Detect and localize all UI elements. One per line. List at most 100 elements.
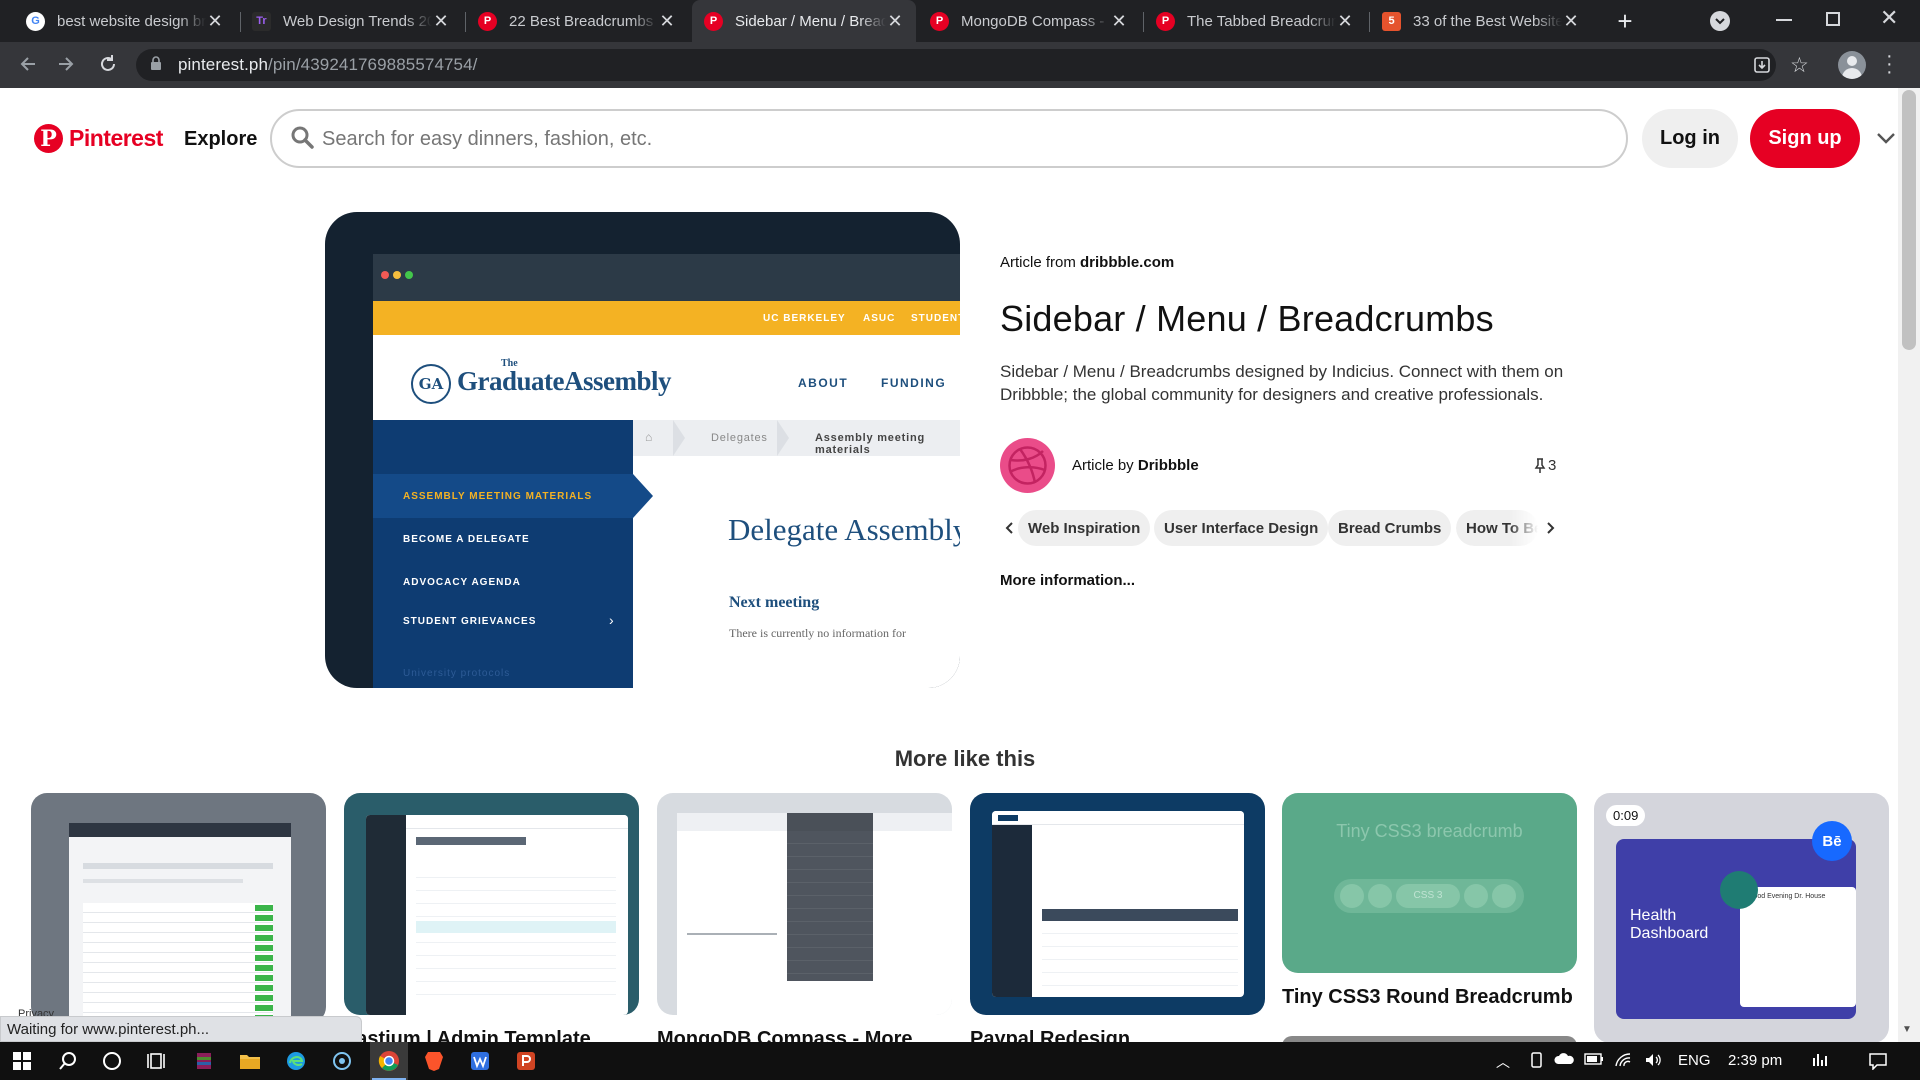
browser-tab[interactable]: P MongoDB Compass - More ✕ <box>918 0 1140 42</box>
browser-tab[interactable]: G best website design bread ✕ <box>14 0 236 42</box>
search-bar[interactable] <box>270 109 1628 168</box>
brave-icon[interactable] <box>420 1047 448 1075</box>
login-button[interactable]: Log in <box>1642 109 1738 168</box>
pinterest-icon: P <box>478 11 497 31</box>
explore-link[interactable]: Explore <box>184 128 257 151</box>
more-information-link[interactable]: More information... <box>1000 572 1135 589</box>
css-chip: CSS 3 <box>1396 884 1460 908</box>
author-avatar[interactable] <box>1000 438 1055 493</box>
notification-center-icon[interactable] <box>1868 1052 1888 1074</box>
shot-sidebar-item: STUDENT GRIEVANCES <box>403 616 537 627</box>
chevron-right-icon: › <box>609 612 614 628</box>
install-app-icon[interactable] <box>1752 55 1774 77</box>
close-tab-icon[interactable]: ✕ <box>1110 11 1128 32</box>
tag-chip[interactable]: Web Inspiration <box>1018 510 1151 546</box>
show-hidden-icons[interactable]: ︿ <box>1496 1052 1510 1072</box>
cortana-icon[interactable] <box>98 1047 126 1075</box>
tags-prev-button[interactable] <box>1000 510 1020 546</box>
card-title[interactable]: Tiny CSS3 Round Breadcrumb <box>1282 986 1573 1009</box>
bookmark-star-icon[interactable]: ☆ <box>1790 53 1809 78</box>
tag-chip[interactable]: How To Be <box>1456 510 1538 546</box>
edge-icon[interactable] <box>282 1047 310 1075</box>
restore-window-button[interactable] <box>1826 12 1840 26</box>
tags-next-button[interactable] <box>1540 510 1560 546</box>
scroll-down-arrow-icon[interactable]: ▼ <box>1902 1024 1912 1035</box>
new-tab-button[interactable]: + <box>1610 6 1640 36</box>
shot-sidebar <box>373 420 633 688</box>
battery-icon[interactable] <box>1584 1052 1604 1070</box>
pin-title: Sidebar / Menu / Breadcrumbs <box>1000 298 1494 339</box>
pin-image[interactable]: UC BERKELEY ASUC STUDENT GA The Graduate… <box>325 212 960 688</box>
close-tab-icon[interactable]: ✕ <box>1562 11 1580 32</box>
reload-button[interactable] <box>94 50 122 78</box>
minimize-window-button[interactable] <box>1776 19 1792 21</box>
powerpoint-icon[interactable] <box>512 1047 540 1075</box>
card-thumbnail: Health Dashboard Good Evening Dr. House <box>1616 839 1856 1019</box>
file-explorer-icon[interactable] <box>236 1047 264 1075</box>
app-icon[interactable] <box>328 1047 356 1075</box>
signup-button[interactable]: Sign up <box>1750 109 1860 168</box>
shot-breadcrumb-current: Assembly meeting materials <box>815 432 926 456</box>
language-indicator[interactable]: ENG <box>1678 1052 1711 1069</box>
browser-tab-active[interactable]: P Sidebar / Menu / Breadcrumbs ✕ <box>692 0 916 42</box>
related-pin-card[interactable] <box>31 793 326 1023</box>
card-overlay-text: Tiny CSS3 breadcrumb <box>1336 821 1523 841</box>
wifi-icon[interactable] <box>1614 1052 1632 1072</box>
browser-tab[interactable]: 5 33 of the Best Website ✕ <box>1370 0 1592 42</box>
home-icon: ⌂ <box>645 430 653 444</box>
chrome-icon[interactable] <box>375 1047 403 1075</box>
related-pin-card[interactable]: Health Dashboard Good Evening Dr. House … <box>1594 793 1889 1043</box>
browser-status-bubble: Waiting for www.pinterest.ph... <box>0 1016 362 1042</box>
search-icon[interactable] <box>54 1047 82 1075</box>
browser-menu-icon[interactable]: · · · <box>1886 46 1893 82</box>
tab-search-button[interactable] <box>1710 11 1730 31</box>
pinterest-logo[interactable]: P Pinterest <box>34 124 163 153</box>
logo-text: Pinterest <box>69 125 163 151</box>
shot-no-info: There is currently no information for <box>729 626 906 640</box>
search-input[interactable] <box>322 121 1422 157</box>
close-tab-icon[interactable]: ✕ <box>1336 11 1354 32</box>
shot-nav-item: FUNDING <box>881 376 947 390</box>
chevron-down-icon[interactable] <box>1874 126 1898 150</box>
close-tab-icon[interactable]: ✕ <box>432 11 450 32</box>
task-view-icon[interactable] <box>142 1047 170 1075</box>
source-domain-link[interactable]: dribbble.com <box>1080 254 1174 271</box>
card-overlay-text: Health <box>1630 907 1677 924</box>
article-by: Article by Dribbble <box>1072 457 1199 474</box>
winrar-icon[interactable] <box>190 1047 218 1075</box>
tab-title: MongoDB Compass - More <box>961 12 1110 30</box>
wps-writer-icon[interactable] <box>466 1047 494 1075</box>
tag-chip[interactable]: Bread Crumbs <box>1328 510 1452 546</box>
related-pin-card[interactable] <box>970 793 1265 1015</box>
url-text[interactable]: pinterest.ph/pin/439241769885574754/ <box>178 55 478 75</box>
lock-icon <box>150 56 162 70</box>
close-tab-icon[interactable]: ✕ <box>886 11 904 32</box>
shot-top-link: ASUC <box>863 313 896 324</box>
card-overlay-text: Good Evening Dr. House <box>1748 893 1826 900</box>
start-button[interactable] <box>8 1047 36 1075</box>
author-link[interactable]: Dribbble <box>1138 457 1199 474</box>
phone-link-icon[interactable] <box>1528 1052 1544 1072</box>
clock[interactable]: 2:39 pm <box>1728 1052 1782 1069</box>
chevron-right-icon <box>1547 522 1555 534</box>
close-tab-icon[interactable]: ✕ <box>658 11 676 32</box>
browser-tab[interactable]: Tr Web Design Trends 2021 ✕ <box>240 0 462 42</box>
pinterest-icon: P <box>1156 11 1175 31</box>
close-tab-icon[interactable]: ✕ <box>206 11 224 32</box>
onedrive-icon[interactable] <box>1554 1052 1574 1070</box>
related-pin-card[interactable]: Tiny CSS3 breadcrumb CSS 3 <box>1282 793 1577 973</box>
article-by-label: Article by <box>1072 457 1134 474</box>
forward-button[interactable] <box>52 50 80 78</box>
volume-icon[interactable] <box>1644 1052 1662 1072</box>
browser-tab[interactable]: P The Tabbed Breadcrumbs ✕ <box>1144 0 1366 42</box>
back-button[interactable] <box>14 50 42 78</box>
profile-avatar[interactable] <box>1838 51 1866 79</box>
browser-tab[interactable]: P 22 Best Breadcrumbs Design ✕ <box>466 0 688 42</box>
scrollbar-thumb[interactable] <box>1902 90 1916 350</box>
close-window-button[interactable]: ✕ <box>1880 5 1898 31</box>
news-widget-icon[interactable] <box>1812 1052 1830 1072</box>
tag-chip[interactable]: User Interface Design <box>1154 510 1329 546</box>
related-pin-card[interactable] <box>344 793 639 1015</box>
shot-sidebar-item: University protocols <box>403 668 511 679</box>
related-pin-card[interactable] <box>657 793 952 1015</box>
